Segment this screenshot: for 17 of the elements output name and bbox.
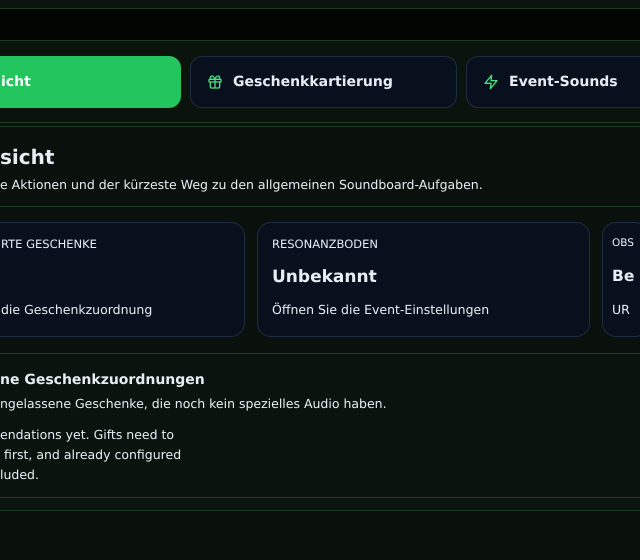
card-value: Be (612, 267, 634, 287)
card-label: OBS (612, 237, 634, 251)
card-label: RESONANZBODEN (272, 237, 380, 253)
card-hint: UR (612, 302, 631, 317)
section-title: sicht (0, 145, 56, 169)
tab[interactable]: Event-Sounds (466, 56, 640, 108)
empty-state-text: endations yet. Gifts need to first, and already configured luded. (0, 426, 182, 484)
card-hint: Öffnen Sie die Event-Einstellungen (272, 302, 490, 317)
section-title: ne Geschenkzuordnungen (0, 372, 206, 388)
card-hint: die Geschenkzuordnung (1, 302, 154, 317)
lightning-icon (483, 74, 499, 90)
section-subtitle: ngelassene Geschenke, die noch kein spezielles Audio haben. (0, 396, 388, 411)
gift-icon (207, 74, 223, 90)
section-subtitle: e Aktionen und der kürzeste Weg zu den allgemeinen Soundboard-Aufgaben. (0, 177, 484, 192)
tab[interactable]: Geschenkkartierung (190, 56, 457, 108)
card-value: Unbekannt (272, 267, 378, 287)
card-label: RTE GESCHENKE (1, 237, 98, 253)
